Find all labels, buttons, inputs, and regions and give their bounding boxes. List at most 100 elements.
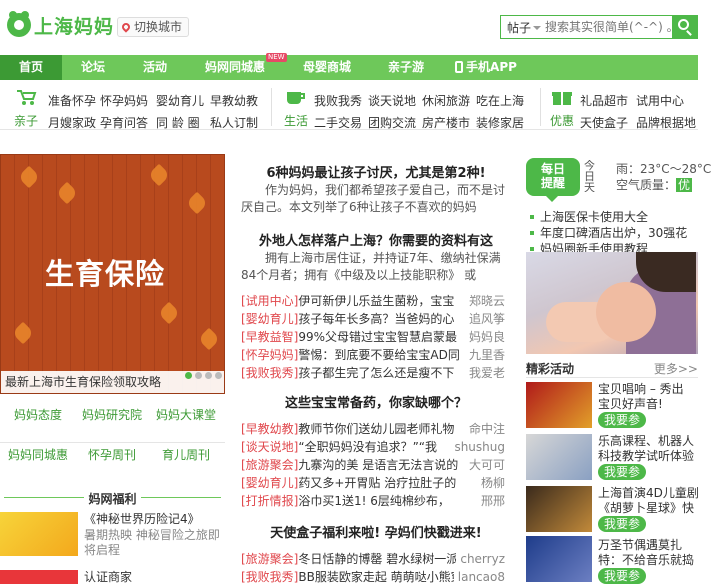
topic-row[interactable]: [早教幼教]教师节你们送幼儿园老师礼物 命中注	[241, 420, 511, 438]
subnav-group-parenting: 亲子 准备怀孕 怀孕妈妈 婴幼育儿 早教幼教 月嫂家政 孕育问答 同 龄 圈 私…	[14, 86, 264, 131]
welfare-item-desc: 暑期热映 神秘冒险之旅即	[84, 528, 220, 542]
subnav-link[interactable]: 天使盒子	[580, 114, 628, 131]
leaf-decoration	[157, 301, 181, 325]
join-button[interactable]: 我要参	[598, 568, 647, 584]
search-button[interactable]	[672, 15, 698, 39]
activity-title[interactable]: 宝贝唱响 – 秀出	[598, 382, 684, 397]
headline[interactable]: 天使盒子福利来啦! 孕妈们快戳进来!	[237, 522, 515, 541]
headline[interactable]: 这些宝宝常备药，你家缺哪个？	[237, 392, 515, 411]
activity-title[interactable]: 万圣节偶遇莫扎	[598, 538, 682, 553]
quick-link[interactable]: 妈妈态度	[8, 408, 68, 422]
subnav-link[interactable]: 孕育问答	[100, 114, 148, 131]
welfare-thumbnail[interactable]	[0, 512, 78, 556]
search-category-select[interactable]: 帖子	[507, 19, 542, 36]
activity-thumbnail[interactable]	[526, 536, 592, 582]
activity-title[interactable]: 特：不给音乐就捣	[598, 553, 694, 568]
subnav-link[interactable]: 怀孕妈妈	[100, 92, 148, 109]
join-button[interactable]: 我要参	[598, 464, 647, 480]
topic-tag: [试用中心]	[241, 294, 299, 308]
topic-row[interactable]: [我败我秀]孩子都生完了怎么还是瘦不下 我爱老	[241, 364, 511, 382]
subnav-link[interactable]: 休闲旅游	[422, 92, 470, 109]
carousel-dot[interactable]	[185, 372, 192, 379]
search-input[interactable]	[545, 18, 671, 36]
more-link[interactable]: 更多>>	[654, 360, 698, 377]
topic-row[interactable]: [早教益智]99%父母错过宝宝智慧启蒙最 妈妈良	[241, 328, 511, 346]
quick-link[interactable]: 育儿周刊	[156, 448, 216, 462]
nav-item-mall[interactable]: 母婴商城	[292, 55, 362, 80]
topic-row[interactable]: [婴幼育儿]孩子每年长多高？当爸妈的心 追风筝	[241, 310, 511, 328]
subnav-link[interactable]: 试用中心	[636, 92, 684, 109]
subnav-link[interactable]: 谈天说地	[368, 92, 416, 109]
subnav-link[interactable]: 早教幼教	[210, 92, 258, 109]
topic-tag: [打折情报]	[241, 494, 299, 508]
subnav-link[interactable]: 团购交流	[368, 114, 416, 131]
topic-row[interactable]: [我败我秀]BB服装欧家走起 萌萌哒小熊穿 lancao8	[241, 568, 511, 584]
topic-row[interactable]: [打折情报]浴巾买1送1! 6层纯棉纱布， 邢邢	[241, 492, 511, 510]
nav-item-family-travel[interactable]: 亲子游	[372, 55, 440, 80]
main-nav: 首页 论坛 活动 妈网同城惠 NEW 母婴商城 亲子游 手机APP	[0, 53, 698, 80]
subnav-link[interactable]: 准备怀孕	[48, 92, 96, 109]
switch-city-button[interactable]: 切换城市	[117, 17, 190, 37]
nav-item-local-deals[interactable]: 妈网同城惠	[194, 55, 276, 80]
topic-row[interactable]: [旅游聚会]冬日恬静的博罄 碧水绿树一派 cherryz	[241, 550, 511, 568]
nav-item-forum[interactable]: 论坛	[62, 55, 124, 80]
carousel-dot[interactable]	[205, 372, 212, 379]
subnav-link[interactable]: 私人订制	[210, 114, 258, 131]
sub-nav: 亲子 准备怀孕 怀孕妈妈 婴幼育儿 早教幼教 月嫂家政 孕育问答 同 龄 圈 私…	[0, 82, 698, 130]
nav-item-mobile-app-label: 手机APP	[466, 60, 517, 74]
site-logo[interactable]: 上海妈妈	[4, 8, 114, 42]
leaf-decoration	[11, 321, 35, 345]
subnav-link[interactable]: 同 龄 圈	[156, 114, 200, 131]
topic-author: 命中注	[464, 420, 505, 438]
quick-link[interactable]: 妈妈研究院	[82, 408, 142, 422]
activity-title[interactable]: 乐高课程、机器人	[598, 434, 694, 449]
activity-title[interactable]: 《胡萝卜星球》快	[598, 501, 694, 516]
activity-thumbnail[interactable]	[526, 434, 592, 480]
activity-title[interactable]: 上海首演4D儿童剧	[598, 486, 699, 501]
subnav-link[interactable]: 我败我秀	[314, 92, 362, 109]
quick-link[interactable]: 怀孕周刊	[82, 448, 142, 462]
topic-row[interactable]: [怀孕妈妈]警惕：到底要不要给宝宝AD同 九里香	[241, 346, 511, 364]
activity-thumbnail[interactable]	[526, 486, 592, 532]
topic-author: lancao8	[453, 568, 505, 584]
reminder-link[interactable]: 上海医保卡使用大全	[530, 208, 648, 225]
nav-item-mobile-app[interactable]: 手机APP	[446, 55, 526, 80]
carousel-dot[interactable]	[195, 372, 202, 379]
daily-label: 提醒	[540, 176, 565, 190]
subnav-link[interactable]: 品牌根据地	[636, 114, 696, 131]
subnav-link[interactable]: 装修家居	[476, 114, 524, 131]
banner-caption-text: 最新上海市生育保险领取攻略	[5, 375, 162, 389]
welfare-item-title[interactable]: 《神秘世界历险记4》	[84, 512, 200, 527]
feature-photo[interactable]	[526, 252, 698, 354]
quick-link[interactable]: 妈妈大课堂	[156, 408, 216, 422]
subnav-link[interactable]: 房产楼市	[422, 114, 470, 131]
banner-carousel[interactable]: 生育保险 最新上海市生育保险领取攻略	[0, 154, 225, 394]
leaf-decoration	[55, 181, 79, 205]
topic-row[interactable]: [旅游聚会]九寨沟的美 是语言无法言说的 大可可	[241, 456, 511, 474]
welfare-item-title[interactable]: 认证商家	[84, 570, 132, 584]
join-button[interactable]: 我要参	[598, 412, 647, 428]
activity-title[interactable]: 宝贝好声音!	[598, 397, 663, 412]
subnav-link[interactable]: 礼品超市	[580, 92, 628, 109]
activity-thumbnail[interactable]	[526, 382, 592, 428]
join-button[interactable]: 我要参	[598, 516, 647, 532]
reminder-link[interactable]: 年度口碑酒店出炉，30强花	[530, 224, 687, 241]
headline[interactable]: 外地人怎样落户上海？你需要的资料有这	[237, 230, 515, 249]
topic-row[interactable]: [谈天说地]“全职妈妈没有追求？”“我 shushug	[241, 438, 511, 456]
activity-title[interactable]: 科技教学试听体验	[598, 449, 694, 464]
nav-item-home[interactable]: 首页	[0, 55, 62, 80]
subnav-divider	[540, 88, 541, 126]
headline[interactable]: 6种妈妈最让孩子讨厌，尤其是第2种!	[237, 162, 515, 181]
subnav-link[interactable]: 婴幼育儿	[156, 92, 204, 109]
subnav-link[interactable]: 吃在上海	[476, 92, 524, 109]
carousel-dot[interactable]	[215, 372, 222, 379]
welfare-thumbnail[interactable]	[0, 570, 78, 584]
quick-link[interactable]: 妈妈同城惠	[8, 448, 68, 462]
topic-row[interactable]: [试用中心]伊可新伊儿乐益生菌粉，宝宝 郑晓云	[241, 292, 511, 310]
banner-caption[interactable]: 最新上海市生育保险领取攻略	[1, 371, 224, 393]
topic-row[interactable]: [婴幼育儿]药又多+开胃贴 治疗拉肚子的 杨柳	[241, 474, 511, 492]
subnav-link[interactable]: 二手交易	[314, 114, 362, 131]
nav-item-events[interactable]: 活动	[124, 55, 186, 80]
bullet-icon	[530, 247, 534, 251]
subnav-link[interactable]: 月嫂家政	[48, 114, 96, 131]
